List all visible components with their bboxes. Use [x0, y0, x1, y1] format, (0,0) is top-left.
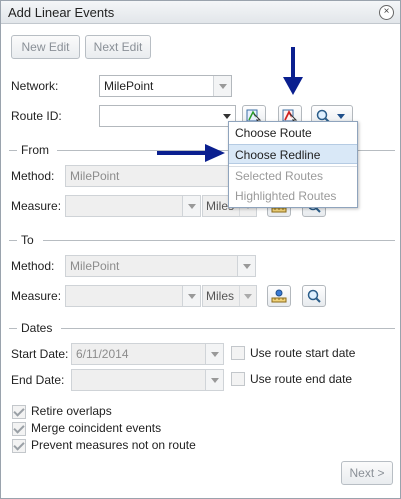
right-arrow-annotation-icon — [157, 144, 225, 162]
add-linear-events-panel: Add Linear Events × New Edit Next Edit N… — [0, 0, 401, 499]
panel-title: Add Linear Events — [8, 5, 115, 20]
from-method-label: Method: — [11, 169, 55, 183]
menu-item-choose-route[interactable]: Choose Route — [229, 123, 357, 143]
to-units-select[interactable]: Miles — [202, 285, 257, 307]
merge-coincident-events-checkbox[interactable] — [12, 422, 26, 436]
network-select[interactable]: MilePoint — [99, 75, 232, 97]
to-method-select[interactable]: MilePoint — [65, 255, 256, 277]
chevron-down-icon[interactable] — [182, 286, 200, 306]
from-method-value: MilePoint — [70, 169, 120, 183]
end-date-label: End Date: — [11, 373, 65, 387]
retire-overlaps-label: Retire overlaps — [31, 404, 112, 418]
chevron-down-icon[interactable] — [182, 196, 200, 216]
end-date-field[interactable] — [71, 369, 224, 391]
to-measure-select[interactable] — [65, 285, 201, 307]
title-bar: Add Linear Events × — [1, 1, 400, 24]
search-icon — [307, 289, 321, 303]
network-label: Network: — [11, 79, 59, 93]
chevron-down-icon[interactable] — [205, 370, 223, 390]
divider — [9, 150, 17, 151]
from-section-title: From — [21, 143, 49, 157]
to-method-label: Method: — [11, 259, 55, 273]
merge-coincident-events-label: Merge coincident events — [31, 421, 162, 435]
next-button[interactable]: Next > — [341, 461, 393, 485]
to-section-header: To — [9, 233, 395, 247]
down-arrow-annotation-icon — [283, 47, 303, 95]
to-measure-pick-button[interactable] — [267, 285, 291, 307]
close-icon[interactable]: × — [379, 5, 394, 20]
to-section-title: To — [21, 233, 34, 247]
route-id-select[interactable] — [99, 105, 236, 127]
use-route-end-date-checkbox[interactable] — [231, 372, 245, 386]
from-measure-label: Measure: — [11, 199, 62, 213]
to-measure-zoom-button[interactable] — [302, 285, 326, 307]
chevron-down-icon[interactable] — [237, 256, 255, 276]
chevron-down-icon[interactable] — [205, 344, 223, 364]
new-edit-button[interactable]: New Edit — [11, 35, 80, 59]
next-edit-button[interactable]: Next Edit — [85, 35, 151, 59]
to-measure-label: Measure: — [11, 289, 62, 303]
divider — [9, 328, 17, 329]
use-route-start-date-checkbox[interactable] — [231, 346, 245, 360]
prevent-measures-checkbox[interactable] — [12, 439, 26, 453]
menu-item-choose-redline[interactable]: Choose Redline — [229, 144, 357, 164]
menu-item-highlighted-routes[interactable]: Highlighted Routes — [229, 186, 357, 206]
network-value: MilePoint — [104, 79, 154, 93]
retire-overlaps-checkbox[interactable] — [12, 405, 26, 419]
route-search-menu: Choose Route Choose Redline Selected Rou… — [228, 121, 358, 208]
divider — [9, 240, 17, 241]
route-id-label: Route ID: — [11, 109, 62, 123]
use-route-start-date-label: Use route start date — [250, 346, 356, 360]
from-measure-select[interactable] — [65, 195, 201, 217]
divider — [61, 328, 395, 329]
use-route-end-date-label: Use route end date — [250, 372, 353, 386]
chevron-down-icon[interactable] — [239, 286, 256, 306]
prevent-measures-label: Prevent measures not on route — [31, 438, 196, 452]
divider — [43, 240, 395, 241]
dates-section-header: Dates — [9, 321, 395, 335]
menu-item-selected-routes[interactable]: Selected Routes — [229, 166, 357, 186]
start-date-value: 6/11/2014 — [76, 347, 129, 361]
start-date-field[interactable]: 6/11/2014 — [71, 343, 224, 365]
to-units-value: Miles — [206, 289, 235, 303]
ruler-pin-icon — [271, 289, 287, 303]
dates-section-title: Dates — [21, 321, 53, 335]
to-method-value: MilePoint — [70, 259, 120, 273]
start-date-label: Start Date: — [11, 347, 69, 361]
chevron-down-icon[interactable] — [213, 76, 231, 96]
